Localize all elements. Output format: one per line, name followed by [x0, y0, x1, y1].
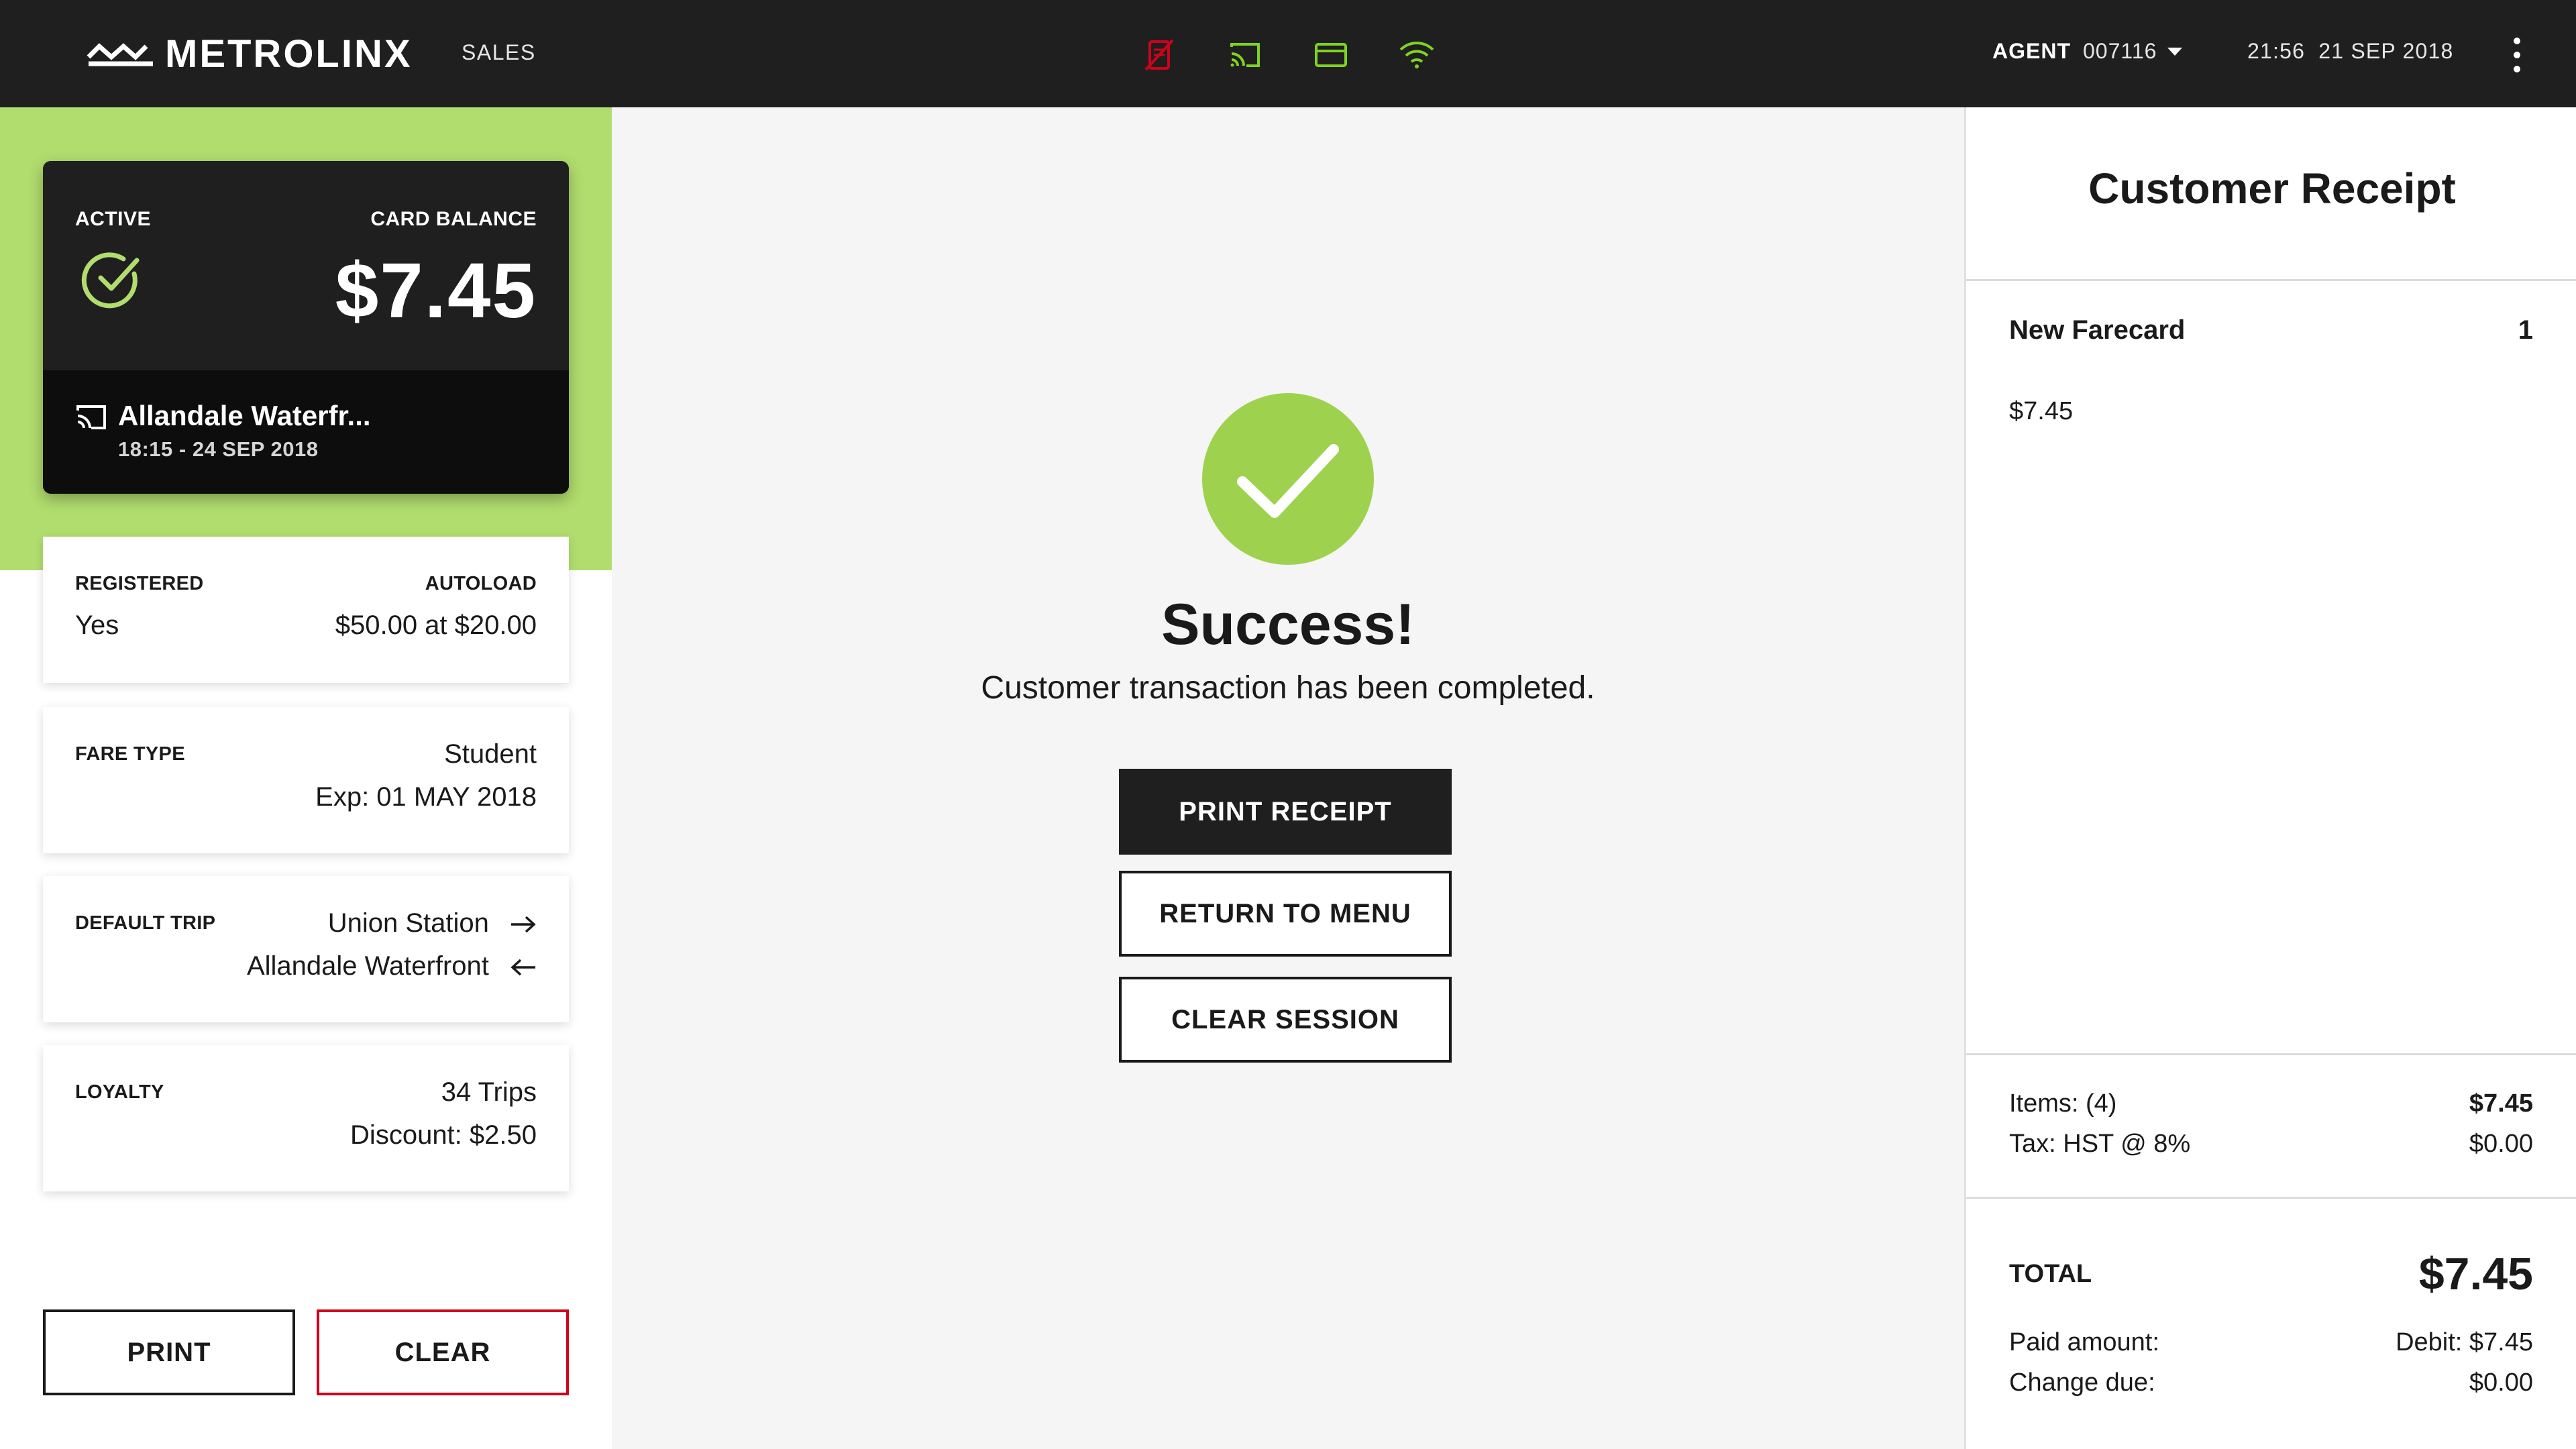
- top-bar: METROLINX SALES AGENT 007116 21:56 21 SE…: [0, 0, 2576, 107]
- autoload-value: $50.00 at $20.00: [335, 610, 537, 640]
- success-message: Customer transaction has been completed.: [981, 670, 1595, 706]
- agent-id: 007116: [2083, 39, 2157, 63]
- trip-destination: Allandale Waterfront: [247, 945, 537, 987]
- divider: [1966, 279, 2576, 281]
- clear-button[interactable]: CLEAR: [317, 1309, 569, 1395]
- last-tap-time: 18:15 - 24 SEP 2018: [118, 437, 319, 461]
- loyalty-box: LOYALTY 34 Trips Discount: $2.50: [43, 1045, 569, 1191]
- card-reader-icon[interactable]: [1312, 36, 1350, 74]
- card-balance: $7.45: [335, 247, 537, 334]
- receipt-item-price: $7.45: [2009, 397, 2074, 425]
- fare-type-expiry: Exp: 01 MAY 2018: [315, 782, 537, 812]
- items-value: $7.45: [2469, 1089, 2533, 1118]
- caret-down-icon: [2167, 47, 2183, 56]
- total-value: $7.45: [2418, 1248, 2533, 1299]
- metrolinx-mark-icon: [87, 43, 153, 66]
- receipt-paid-row: Paid amount: Debit: $7.45: [2009, 1328, 2533, 1357]
- more-options-icon[interactable]: [2504, 38, 2530, 72]
- paid-label: Paid amount:: [2009, 1328, 2159, 1356]
- card-balance-label: CARD BALANCE: [370, 208, 537, 230]
- success-title: Success!: [1161, 592, 1415, 657]
- tax-label: Tax: HST @ 8%: [2009, 1130, 2191, 1158]
- print-receipt-button[interactable]: PRINT RECEIPT: [1119, 769, 1452, 855]
- default-trip-box: DEFAULT TRIP Union Station Allandale Wat…: [43, 876, 569, 1022]
- loyalty-trips: 34 Trips: [441, 1077, 537, 1107]
- printer-offline-icon[interactable]: [1140, 36, 1178, 74]
- agent-selector[interactable]: AGENT 007116: [1992, 39, 2183, 64]
- agent-label: AGENT: [1992, 39, 2071, 63]
- divider: [1966, 1197, 2576, 1199]
- receipt-change-row: Change due: $0.00: [2009, 1368, 2533, 1397]
- clock-date: 21 SEP 2018: [2318, 39, 2454, 63]
- fare-type-box: FARE TYPE Student Exp: 01 MAY 2018: [43, 707, 569, 853]
- card-status: ACTIVE: [75, 208, 152, 230]
- brand-name: METROLINX: [165, 32, 413, 76]
- arrow-left-icon: [511, 959, 535, 976]
- last-station: Allandale Waterfr...: [118, 400, 371, 431]
- print-button[interactable]: PRINT: [43, 1309, 295, 1395]
- device-status-bar: [1140, 36, 1436, 74]
- tax-value: $0.00: [2469, 1130, 2533, 1158]
- autoload-label: AUTOLOAD: [425, 573, 537, 594]
- registered-label: REGISTERED: [75, 573, 204, 594]
- receipt-title: Customer Receipt: [2088, 164, 2456, 213]
- farecard-summary: ACTIVE CARD BALANCE $7.45 Allandale Wate…: [43, 161, 569, 494]
- loyalty-label: LOYALTY: [75, 1081, 164, 1103]
- wifi-icon[interactable]: [1398, 36, 1436, 74]
- arrow-right-icon: [511, 916, 536, 933]
- metrolinx-logo: METROLINX: [86, 31, 413, 76]
- divider: [1966, 1053, 2576, 1055]
- trip-to: Allandale Waterfront: [246, 951, 489, 981]
- fare-type-label: FARE TYPE: [75, 743, 185, 765]
- registered-value: Yes: [75, 610, 119, 640]
- default-trip-label: DEFAULT TRIP: [75, 912, 216, 934]
- registration-box: REGISTERED Yes AUTOLOAD $50.00 at $20.00: [43, 537, 569, 683]
- fare-type-value: Student: [444, 739, 537, 769]
- trip-from: Union Station: [327, 908, 489, 938]
- receipt-item-name: New Farecard: [2009, 315, 2186, 345]
- change-label: Change due:: [2009, 1368, 2155, 1397]
- total-label: TOTAL: [2009, 1260, 2092, 1288]
- receipt-items-row: Items: (4) $7.45: [2009, 1089, 2533, 1118]
- customer-card-panel: ACTIVE CARD BALANCE $7.45 Allandale Wate…: [0, 107, 612, 1449]
- items-label: Items: (4): [2009, 1089, 2117, 1118]
- receipt-tax-row: Tax: HST @ 8% $0.00: [2009, 1130, 2533, 1159]
- clock: 21:56 21 SEP 2018: [2247, 39, 2453, 64]
- clock-time: 21:56: [2247, 39, 2306, 63]
- section-label: SALES: [462, 40, 536, 64]
- clear-session-button[interactable]: CLEAR SESSION: [1119, 977, 1452, 1063]
- transaction-result: Success! Customer transaction has been c…: [612, 107, 1964, 1449]
- cast-icon: [76, 405, 106, 429]
- cast-icon[interactable]: [1226, 36, 1264, 74]
- receipt-item-qty: 1: [2518, 315, 2533, 345]
- customer-receipt-panel: Customer Receipt New Farecard 1 $7.45 It…: [1964, 107, 2576, 1449]
- change-value: $0.00: [2469, 1368, 2533, 1397]
- loyalty-discount: Discount: $2.50: [350, 1120, 537, 1150]
- success-check-icon: [1202, 393, 1374, 565]
- check-circle-icon: [81, 252, 140, 309]
- trip-origin: Union Station: [247, 902, 537, 945]
- paid-value: Debit: $7.45: [2396, 1328, 2533, 1356]
- return-to-menu-button[interactable]: RETURN TO MENU: [1119, 871, 1452, 957]
